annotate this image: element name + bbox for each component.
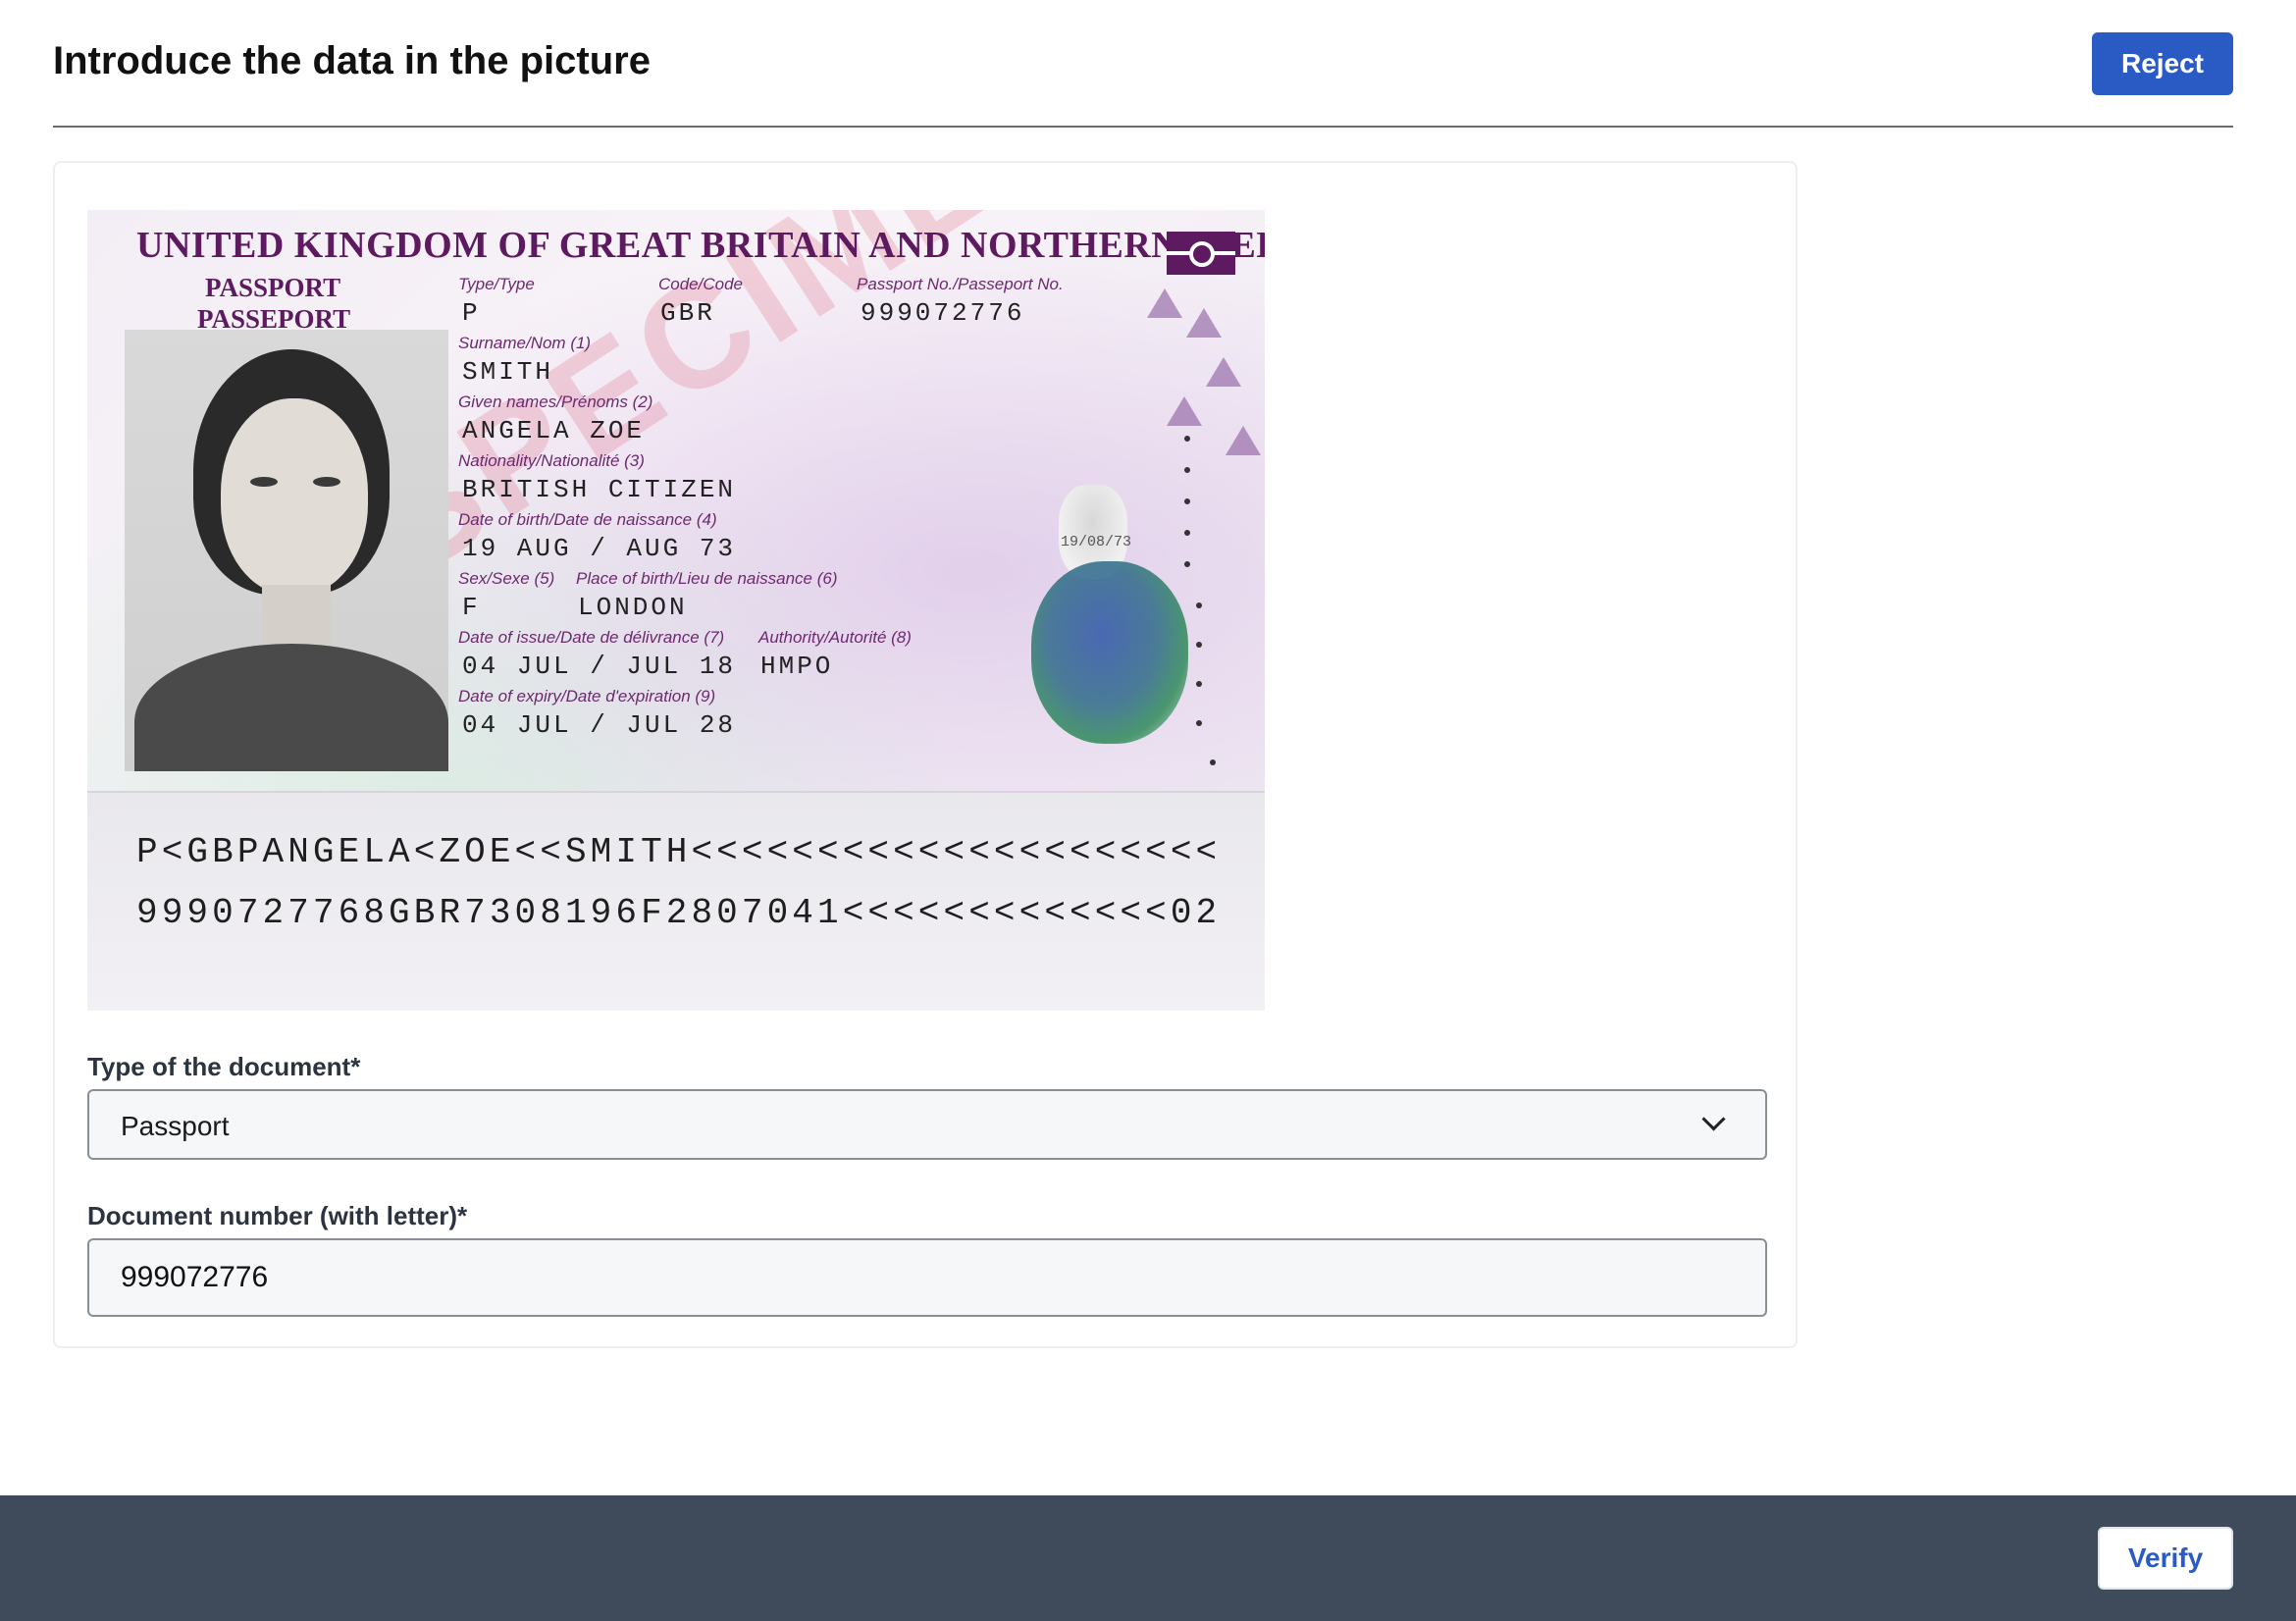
expiry-date-value: 04 JUL / JUL 28 — [462, 710, 737, 740]
sex-label: Sex/Sexe (5) — [458, 569, 555, 588]
hologram-icon — [1031, 561, 1188, 744]
dob-label: Date of birth/Date de naissance (4) — [458, 510, 717, 529]
nationality-label: Nationality/Nationalité (3) — [458, 451, 645, 470]
biometric-chip-icon — [1167, 232, 1235, 275]
expiry-date-label: Date of expiry/Date d'expiration (9) — [458, 687, 716, 706]
pob-label: Place of birth/Lieu de naissance (6) — [576, 569, 838, 588]
given-names-value: ANGELA ZOE — [462, 416, 646, 445]
mrz-line-2: 9990727768GBR7308196F2807041<<<<<<<<<<<<… — [136, 893, 1222, 933]
nationality-value: BRITISH CITIZEN — [462, 475, 737, 504]
reject-button[interactable]: Reject — [2092, 32, 2233, 95]
page-title: Introduce the data in the picture — [53, 39, 651, 82]
sex-value: F — [462, 593, 481, 622]
issue-date-label: Date of issue/Date de délivrance (7) — [458, 628, 725, 647]
passport-word-en: PASSPORT — [205, 273, 341, 302]
doc-type-value: Passport — [121, 1111, 230, 1141]
code-label: Code/Code — [658, 275, 744, 293]
type-value: P — [462, 298, 481, 328]
issue-date-value: 04 JUL / JUL 18 — [462, 652, 737, 681]
holder-photo — [125, 330, 448, 771]
chevron-down-icon — [1701, 1107, 1726, 1131]
code-value: GBR — [660, 298, 715, 328]
surname-label: Surname/Nom (1) — [458, 334, 592, 352]
verification-card: SPECIMEN UNITED KINGDOM OF GREAT BRITAIN… — [53, 161, 1798, 1348]
dob-value: 19 AUG / AUG 73 — [462, 534, 737, 563]
surname-value: SMITH — [462, 357, 554, 387]
verify-button[interactable]: Verify — [2098, 1527, 2233, 1590]
given-names-label: Given names/Prénoms (2) — [458, 392, 653, 411]
pob-value: LONDON — [578, 593, 688, 622]
authority-label: Authority/Autorité (8) — [758, 628, 912, 647]
number-label: Passport No./Passeport No. — [857, 275, 1064, 293]
number-value: 999072776 — [861, 298, 1025, 328]
doc-number-label: Document number (with letter)* — [87, 1201, 468, 1230]
authority-value: HMPO — [760, 652, 834, 681]
passport-image: SPECIMEN UNITED KINGDOM OF GREAT BRITAIN… — [87, 210, 1265, 1011]
footer-bar: Verify — [0, 1495, 2296, 1621]
type-label: Type/Type — [458, 275, 535, 293]
passport-country-header: UNITED KINGDOM OF GREAT BRITAIN AND NORT… — [136, 225, 1265, 266]
doc-type-select[interactable]: Passport — [87, 1089, 1767, 1160]
doc-number-input[interactable] — [87, 1238, 1767, 1317]
page-header: Introduce the data in the picture Reject — [53, 0, 2233, 128]
mrz-line-1: P<GBPANGELA<ZOE<<SMITH<<<<<<<<<<<<<<<<<<… — [136, 832, 1222, 872]
ghost-dob: 19/08/73 — [1061, 534, 1132, 550]
doc-type-label: Type of the document* — [87, 1052, 361, 1081]
